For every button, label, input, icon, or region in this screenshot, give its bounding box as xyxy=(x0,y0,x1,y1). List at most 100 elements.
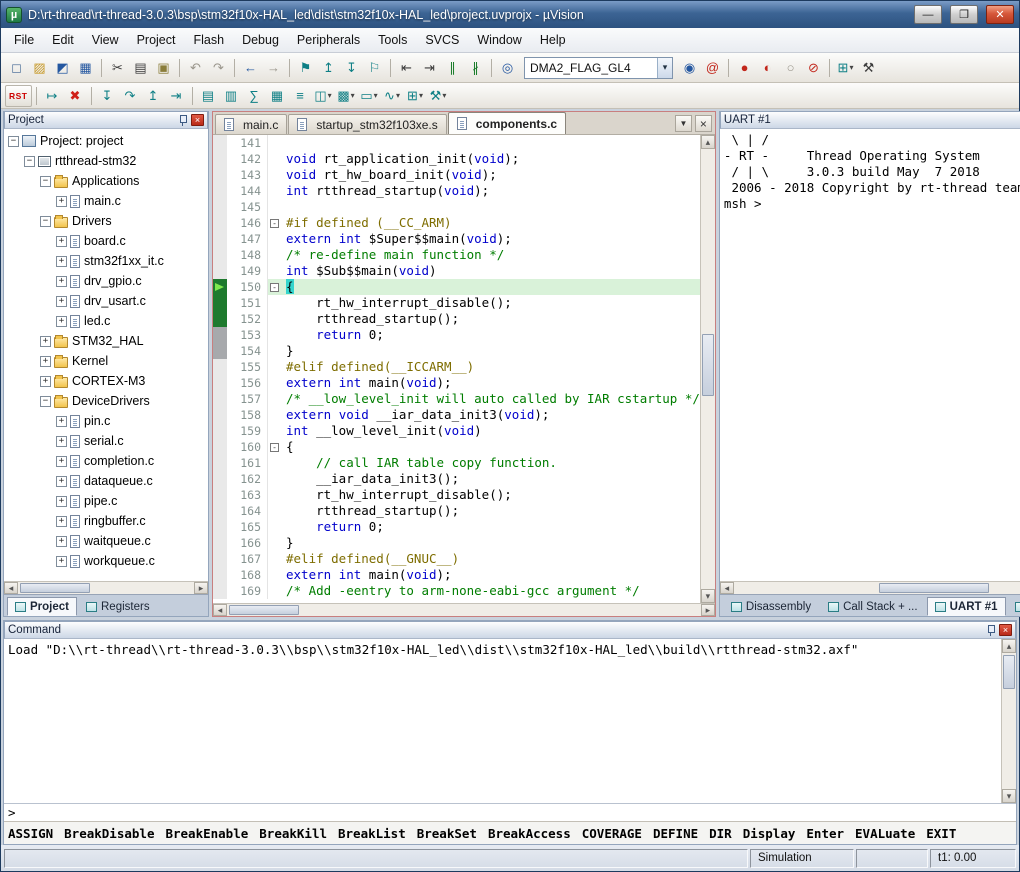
tab-startup-stm32f103xe-s[interactable]: startup_stm32f103xe.s xyxy=(288,114,446,134)
tree-item-cortex-m3[interactable]: +CORTEX-M3 xyxy=(4,371,208,391)
scroll-up-icon[interactable] xyxy=(701,135,715,149)
expand-icon[interactable]: + xyxy=(56,256,67,267)
menu-help[interactable]: Help xyxy=(531,30,575,50)
code-text[interactable]: // call IAR table copy function. xyxy=(281,455,700,471)
breakpoint-margin[interactable] xyxy=(213,343,227,359)
tree-item-serial-c[interactable]: +serial.c xyxy=(4,431,208,451)
combobox-dropdown-icon[interactable] xyxy=(657,58,672,78)
expand-icon[interactable]: + xyxy=(56,496,67,507)
breakpoint-margin[interactable] xyxy=(213,327,227,343)
undo-button[interactable]: ↶ xyxy=(184,57,207,79)
window-layout-button[interactable]: ⊞ xyxy=(834,57,857,79)
comment-selection-button[interactable]: ∥ xyxy=(441,57,464,79)
tab-disassembly[interactable]: Disassembly xyxy=(723,597,819,616)
expand-icon[interactable]: + xyxy=(56,536,67,547)
breakpoint-margin[interactable] xyxy=(213,183,227,199)
breakpoint-margin[interactable] xyxy=(213,295,227,311)
scroll-down-icon[interactable] xyxy=(1002,789,1016,803)
scroll-left-icon[interactable] xyxy=(4,582,18,594)
tree-item-stm32-hal[interactable]: +STM32_HAL xyxy=(4,331,208,351)
expand-icon[interactable]: + xyxy=(56,476,67,487)
navigate-back-button[interactable]: ← xyxy=(239,57,262,79)
configure-button[interactable]: ⚒ xyxy=(857,57,880,79)
assist-breakset[interactable]: BreakSet xyxy=(417,826,477,841)
tree-item-rtthread-stm32[interactable]: −rtthread-stm32 xyxy=(4,151,208,171)
find-combobox-input[interactable] xyxy=(525,59,657,77)
open-file-button[interactable]: ▨ xyxy=(28,57,51,79)
assist-exit[interactable]: EXIT xyxy=(926,826,956,841)
bookmark-previous-button[interactable]: ↥ xyxy=(317,57,340,79)
stop-button[interactable]: ✖ xyxy=(64,85,87,107)
breakpoint-margin[interactable] xyxy=(213,135,227,151)
copy-button[interactable]: ▤ xyxy=(129,57,152,79)
expand-icon[interactable]: + xyxy=(56,196,67,207)
code-text[interactable]: void rt_application_init(void); xyxy=(281,151,700,167)
paste-button[interactable]: ▣ xyxy=(152,57,175,79)
fold-collapse-icon[interactable]: - xyxy=(270,443,279,452)
menu-svcs[interactable]: SVCS xyxy=(416,30,468,50)
expand-icon[interactable]: + xyxy=(56,556,67,567)
assist-dir[interactable]: DIR xyxy=(709,826,732,841)
breakpoint-margin[interactable] xyxy=(213,503,227,519)
code-text[interactable]: rtthread_startup(); xyxy=(281,503,700,519)
assist-evaluate[interactable]: EVALuate xyxy=(855,826,915,841)
tree-item-drv-gpio-c[interactable]: +drv_gpio.c xyxy=(4,271,208,291)
find-in-files-button[interactable]: ◎ xyxy=(496,57,519,79)
scroll-right-icon[interactable] xyxy=(701,604,715,616)
scroll-track[interactable] xyxy=(227,604,701,616)
menu-flash[interactable]: Flash xyxy=(184,30,233,50)
disassembly-window-button[interactable]: ▥ xyxy=(220,85,243,107)
uart-output[interactable]: \ | / - RT - Thread Operating System / |… xyxy=(720,129,1020,581)
expand-icon[interactable]: + xyxy=(56,456,67,467)
minimize-button[interactable]: — xyxy=(914,5,942,24)
code-text[interactable]: } xyxy=(281,343,700,359)
tab-call-stack[interactable]: Call Stack + ... xyxy=(820,597,925,616)
breakpoint-margin[interactable] xyxy=(213,391,227,407)
tree-item-workqueue-c[interactable]: +workqueue.c xyxy=(4,551,208,571)
menu-view[interactable]: View xyxy=(83,30,128,50)
close-icon[interactable] xyxy=(999,624,1012,636)
redo-button[interactable]: ↷ xyxy=(207,57,230,79)
code-text[interactable] xyxy=(281,135,700,151)
command-window-button[interactable]: ▤ xyxy=(197,85,220,107)
assist-display[interactable]: Display xyxy=(743,826,796,841)
code-text[interactable]: int rtthread_startup(void); xyxy=(281,183,700,199)
collapse-icon[interactable]: − xyxy=(40,396,51,407)
breakpoint-margin[interactable] xyxy=(213,375,227,391)
tree-item-main-c[interactable]: +main.c xyxy=(4,191,208,211)
step-out-button[interactable]: ↥ xyxy=(142,85,165,107)
code-text[interactable]: /* Add -eentry to arm-none-eabi-gcc argu… xyxy=(281,583,700,599)
menu-peripherals[interactable]: Peripherals xyxy=(288,30,369,50)
analysis-windows-button[interactable]: ∿ xyxy=(381,85,404,107)
collapse-icon[interactable]: − xyxy=(24,156,35,167)
expand-icon[interactable]: + xyxy=(56,416,67,427)
tree-item-dataqueue-c[interactable]: +dataqueue.c xyxy=(4,471,208,491)
scroll-thumb[interactable] xyxy=(229,605,299,615)
code-text[interactable]: { xyxy=(281,439,700,455)
code-text[interactable]: rt_hw_interrupt_disable(); xyxy=(281,295,700,311)
expand-icon[interactable]: + xyxy=(56,276,67,287)
breakpoint-margin[interactable] xyxy=(213,215,227,231)
project-hscrollbar[interactable] xyxy=(4,581,208,594)
code-text[interactable]: #elif defined(__GNUC__) xyxy=(281,551,700,567)
breakpoint-margin[interactable] xyxy=(213,487,227,503)
collapse-icon[interactable]: − xyxy=(40,176,51,187)
fold-collapse-icon[interactable]: - xyxy=(270,283,279,292)
execution-margin[interactable] xyxy=(213,279,227,295)
tab-uart-1[interactable]: UART #1 xyxy=(927,597,1006,616)
system-viewer-button[interactable]: ⊞ xyxy=(404,85,427,107)
save-button[interactable]: ◩ xyxy=(51,57,74,79)
breakpoint-margin[interactable] xyxy=(213,407,227,423)
reset-cpu-button[interactable]: RST xyxy=(5,85,32,107)
menu-project[interactable]: Project xyxy=(128,30,185,50)
incremental-find-button[interactable]: @ xyxy=(701,57,724,79)
code-text[interactable]: return 0; xyxy=(281,327,700,343)
command-vscrollbar[interactable] xyxy=(1001,639,1016,803)
code-text[interactable]: { xyxy=(281,279,700,295)
scroll-track[interactable] xyxy=(18,582,194,594)
find-combobox[interactable] xyxy=(524,57,673,79)
breakpoint-margin[interactable] xyxy=(213,519,227,535)
tree-item-pin-c[interactable]: +pin.c xyxy=(4,411,208,431)
uncomment-selection-button[interactable]: ∦ xyxy=(464,57,487,79)
collapse-icon[interactable]: − xyxy=(40,216,51,227)
